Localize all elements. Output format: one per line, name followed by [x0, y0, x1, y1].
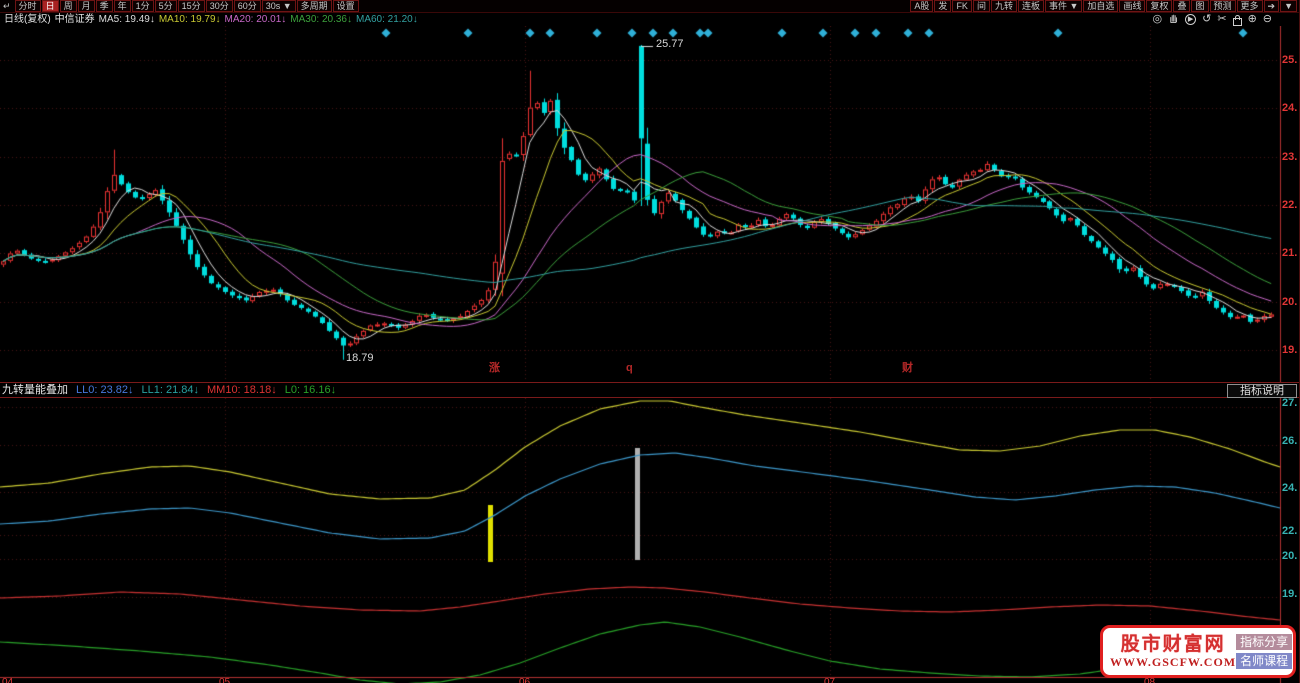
zoom-in-icon[interactable]: ⊕ — [1248, 14, 1257, 25]
period-tab-日[interactable]: 日 — [41, 0, 59, 12]
period-tab-30分[interactable]: 30分 — [205, 0, 233, 12]
date-axis-label: 07 — [824, 678, 835, 683]
trading-app-window: ↵ 分时日周月季年 1分 5分 15分 30分 60分 30s ▼ 多周期 设置 A股发 FK 间九转… — [0, 0, 1300, 683]
watermark-badge: 指标分享 — [1236, 634, 1293, 650]
period-tab-5分[interactable]: 5分 — [154, 0, 177, 12]
watermark: 股市财富网 WWW.GSCFW.COM 指标分享名师课程 — [1100, 625, 1296, 678]
undo-icon[interactable]: ↺ — [1202, 14, 1211, 25]
indicator-name: 九转量能叠加 — [2, 384, 68, 396]
price-tag: 25.77 — [656, 38, 684, 50]
hand-icon[interactable] — [1168, 12, 1179, 27]
lock-icon[interactable] — [1232, 14, 1242, 26]
date-axis-label: 05 — [219, 678, 230, 683]
indicator-value: L0: 16.16↓ — [284, 384, 337, 396]
date-axis-label: 06 — [519, 678, 530, 683]
toolbar-period-left: ↵ 分时日周月季年 1分 5分 15分 30分 60分 30s ▼ 多周期 设置 — [0, 0, 360, 12]
tool-tab-事件▼[interactable]: 事件 ▼ — [1045, 0, 1083, 12]
ma-values: MA5: 19.49↓ MA10: 19.79↓ MA20: 20.01↓ MA30:… — [95, 13, 418, 26]
watermark-title: 股市财富网 — [1120, 634, 1226, 655]
period-tab-季[interactable]: 季 — [95, 0, 113, 12]
tool-tab-发[interactable]: 发 — [934, 0, 952, 12]
watermark-badges: 指标分享 名师课程 — [1236, 634, 1293, 669]
tool-tab-九转[interactable]: 九转 — [990, 0, 1017, 12]
ma-value: MA5: 19.49↓ — [98, 14, 155, 25]
indicator-values: LL0: 23.82↓ LL1: 21.84↓ MM10: 18.18↓ L0: 16… — [68, 383, 336, 397]
chart-tool-icons: ◎ ▸ ↺ ✂ ⊕ ⊖ — [1153, 12, 1300, 27]
event-marker: 涨 — [489, 362, 500, 374]
tool-tab-间[interactable]: 间 — [972, 0, 990, 12]
indicator-axis-label: 20. — [1282, 550, 1298, 562]
price-axis-label: 20. — [1282, 296, 1298, 308]
toolbar-period: ↵ 分时日周月季年 1分 5分 15分 30分 60分 30s ▼ 多周期 设置 A股发 FK 间九转… — [0, 0, 1300, 13]
price-axis-label: 21. — [1282, 247, 1298, 259]
indicator-value: LL0: 23.82↓ — [76, 384, 134, 396]
price-axis-label: 23. — [1282, 151, 1298, 163]
period-tab-15分[interactable]: 15分 — [177, 0, 205, 12]
indicator-axis-label: 24. — [1282, 482, 1298, 494]
indicator-axis-label: 19. — [1282, 588, 1298, 600]
period-tab-年[interactable]: 年 — [113, 0, 131, 12]
main-price-chart: 25. 24. 23. 22. 21. 20. 19. — [0, 26, 1300, 382]
period-tab-1分[interactable]: 1分 — [131, 0, 154, 12]
indicator-header-bar: 九转量能叠加 LL0: 23.82↓ LL1: 21.84↓ MM10: 18.18… — [0, 382, 1300, 398]
indicator-axis-label: 26. — [1282, 435, 1298, 447]
return-arrow-icon[interactable]: ↵ — [0, 0, 14, 12]
indicator-value: LL1: 21.84↓ — [141, 384, 200, 396]
watermark-badge: 名师课程 — [1236, 653, 1293, 669]
ma-value: MA20: 20.01↓ — [224, 14, 287, 25]
period-tab-60分[interactable]: 60分 — [233, 0, 261, 12]
watermark-url: WWW.GSCFW.COM — [1110, 655, 1237, 669]
toolbar-tools-right: A股发 FK 间九转 连板 事件 ▼ 加自选 画线 复权叠图预测 更多 ➔ ▼ — [910, 0, 1300, 12]
eye-icon[interactable]: ◎ — [1153, 14, 1163, 25]
play-icon[interactable]: ▸ — [1185, 14, 1197, 25]
tool-tab-画线[interactable]: 画线 — [1119, 0, 1146, 12]
tool-tab-FK[interactable]: FK — [952, 0, 972, 12]
period-tab-分时[interactable]: 分时 — [14, 0, 41, 12]
price-axis-label: 25. — [1282, 54, 1298, 66]
ma-value: MA60: 21.20↓ — [355, 14, 418, 25]
tool-tab-叠[interactable]: 叠 — [1173, 0, 1191, 12]
info-bar: 日线(复权) 中信证券 MA5: 19.49↓ MA10: 19.79↓ MA20:… — [0, 13, 1300, 26]
dropdown-icon[interactable]: ▼ — [1280, 0, 1297, 12]
price-axis-label: 19. — [1282, 344, 1298, 356]
tool-tab-复权[interactable]: 复权 — [1146, 0, 1173, 12]
price-axis-label: 24. — [1282, 102, 1298, 114]
date-axis-label: 08 — [1144, 678, 1155, 683]
period-tab-30s ▼[interactable]: 30s ▼ — [261, 0, 296, 12]
indicator-value: MM10: 18.18↓ — [207, 384, 277, 396]
scissors-icon[interactable]: ✂ — [1217, 14, 1226, 25]
event-marker: 财 — [902, 362, 913, 374]
period-tab-月[interactable]: 月 — [77, 0, 95, 12]
date-axis-label: 04 — [2, 678, 13, 683]
main-chart-canvas[interactable] — [0, 26, 1300, 382]
period-tab-多周期[interactable]: 多周期 — [296, 0, 332, 12]
period-label: 日线(复权) — [4, 14, 51, 25]
tool-tab-A股[interactable]: A股 — [910, 0, 934, 12]
tool-tab-更多[interactable]: 更多 — [1236, 0, 1263, 12]
ma-value: MA30: 20.36↓ — [290, 14, 352, 25]
period-tab-设置[interactable]: 设置 — [332, 0, 359, 12]
tool-tab-加自选[interactable]: 加自选 — [1083, 0, 1119, 12]
tool-tab-连板[interactable]: 连板 — [1017, 0, 1044, 12]
symbol-name[interactable]: 中信证券 — [55, 13, 95, 26]
zoom-out-icon[interactable]: ⊖ — [1263, 14, 1272, 25]
price-tag: 18.79 — [346, 352, 374, 364]
ma-value: MA10: 19.79↓ — [158, 14, 221, 25]
price-axis-label: 22. — [1282, 199, 1298, 211]
jump-arrow-icon[interactable]: ➔ — [1263, 0, 1280, 12]
indicator-axis-label: 22. — [1282, 525, 1298, 537]
indicator-axis-label: 27. — [1282, 397, 1298, 409]
watermark-text: 股市财富网 WWW.GSCFW.COM — [1110, 634, 1236, 669]
tool-tab-图[interactable]: 图 — [1191, 0, 1209, 12]
indicator-help-button[interactable]: 指标说明 — [1227, 384, 1297, 398]
event-marker: q — [626, 362, 633, 374]
tool-tab-预测[interactable]: 预测 — [1209, 0, 1236, 12]
period-tab-周[interactable]: 周 — [59, 0, 77, 12]
